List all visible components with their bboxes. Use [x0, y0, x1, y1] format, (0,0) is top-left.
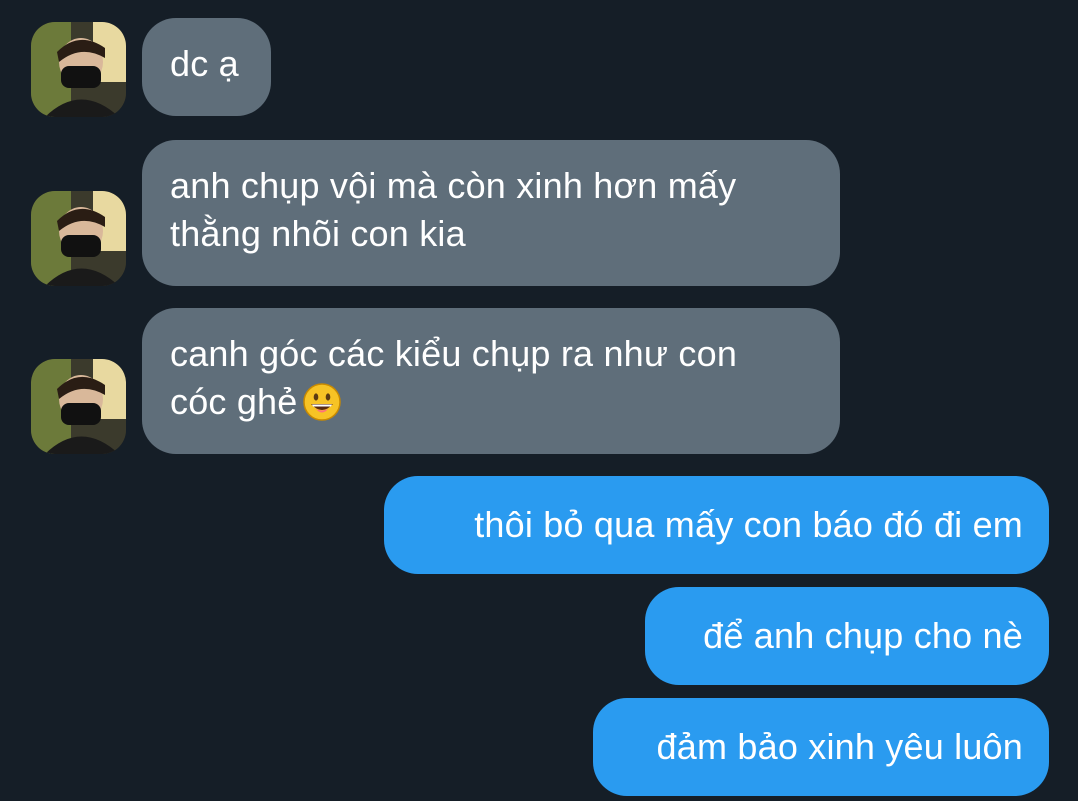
message-text-line: cóc ghẻ	[170, 378, 814, 426]
message-text: để anh chụp cho nè	[703, 615, 1023, 656]
contact-avatar[interactable]	[31, 359, 126, 454]
message-text-line: thằng nhõi con kia	[170, 213, 466, 254]
chat-thread: dc ạ anh chụp vội mà còn xinh hơn mấy th…	[0, 0, 1078, 801]
avatar-photo	[31, 191, 126, 286]
contact-avatar[interactable]	[31, 22, 126, 117]
avatar-photo	[31, 359, 126, 454]
incoming-message-bubble[interactable]: canh góc các kiểu chụp ra như con cóc gh…	[142, 308, 840, 454]
outgoing-message-bubble[interactable]: thôi bỏ qua mấy con báo đó đi em	[384, 476, 1049, 574]
message-text-line: anh chụp vội mà còn xinh hơn mấy	[170, 165, 737, 206]
message-text: cóc ghẻ	[170, 381, 298, 422]
message-text: dc ạ	[170, 43, 239, 84]
outgoing-message-bubble[interactable]: đảm bảo xinh yêu luôn	[593, 698, 1049, 796]
avatar-photo	[31, 22, 126, 117]
message-text: đảm bảo xinh yêu luôn	[656, 726, 1023, 767]
contact-avatar[interactable]	[31, 191, 126, 286]
incoming-message-bubble[interactable]: anh chụp vội mà còn xinh hơn mấy thằng n…	[142, 140, 840, 286]
incoming-message-bubble[interactable]: dc ạ	[142, 18, 271, 116]
grinning-face-with-tongue-emoji	[302, 383, 341, 421]
message-text: thôi bỏ qua mấy con báo đó đi em	[474, 504, 1023, 545]
outgoing-message-bubble[interactable]: để anh chụp cho nè	[645, 587, 1049, 685]
message-text-line: canh góc các kiểu chụp ra như con	[170, 333, 738, 374]
